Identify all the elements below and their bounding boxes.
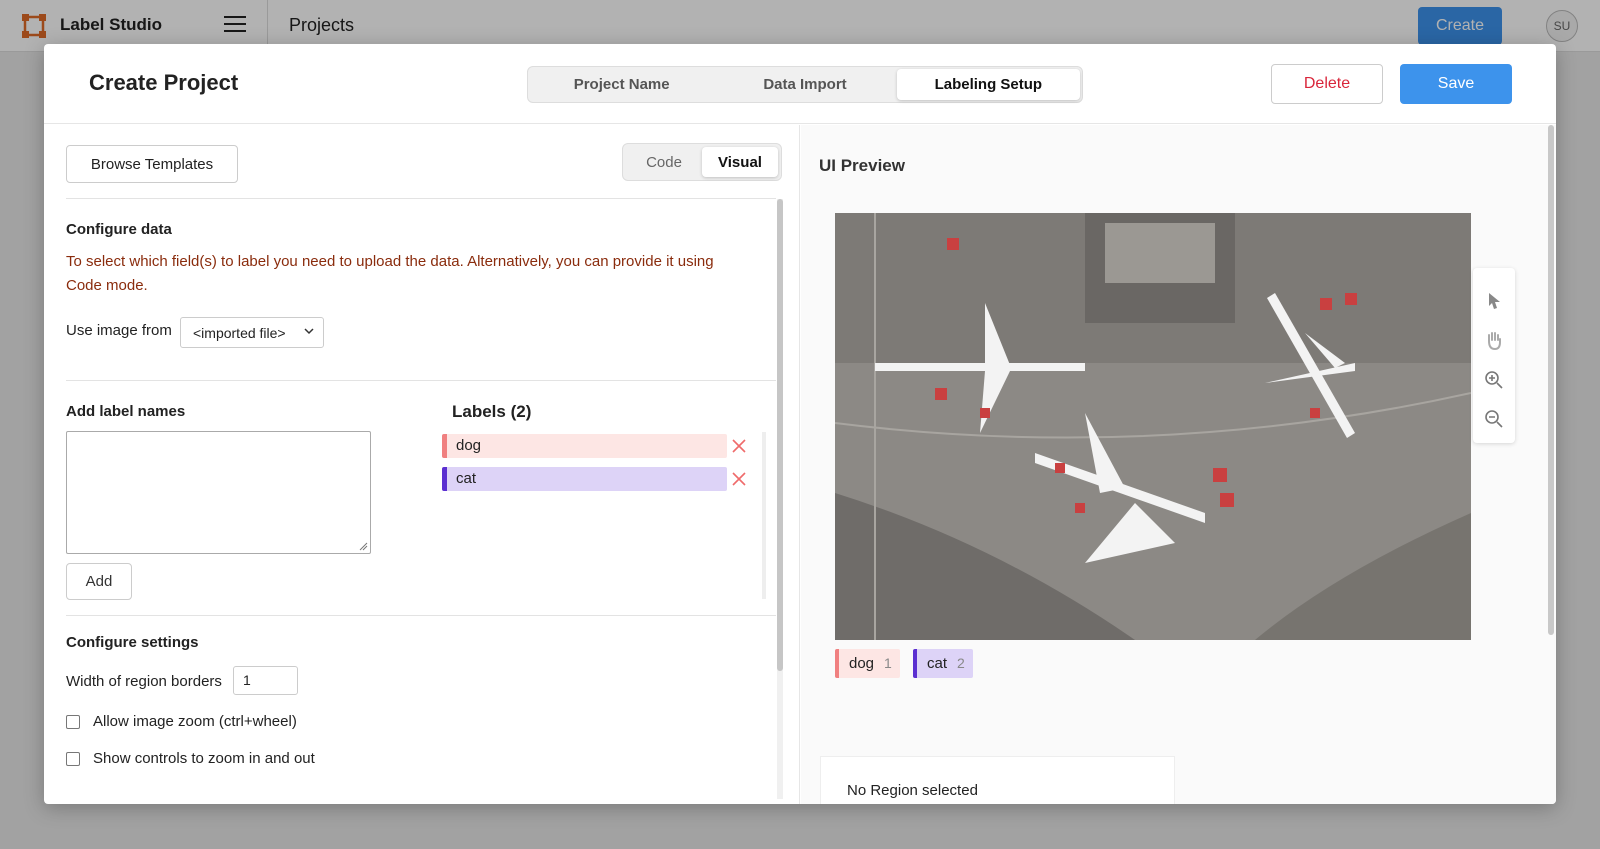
legend-label: cat xyxy=(927,655,948,672)
use-image-label: Use image from xyxy=(66,322,172,339)
mode-toggle: Code Visual xyxy=(622,143,782,181)
browse-templates-button[interactable]: Browse Templates xyxy=(66,145,238,183)
label-item-dog: dog xyxy=(442,434,772,458)
border-width-input[interactable]: 1 xyxy=(233,666,298,695)
use-image-value: <imported file> xyxy=(193,324,286,341)
zoom-out-icon[interactable] xyxy=(1483,408,1505,430)
preview-image[interactable] xyxy=(835,213,1471,640)
region-panel: No Region selected xyxy=(820,756,1175,804)
visual-mode-tab[interactable]: Visual xyxy=(702,147,778,177)
create-project-modal: Create Project Project Name Data Import … xyxy=(44,44,1556,804)
divider xyxy=(66,198,776,199)
configure-data-title: Configure data xyxy=(66,221,172,238)
label-names-textarea[interactable] xyxy=(66,431,371,554)
preview-scrollbar[interactable] xyxy=(1548,125,1554,635)
region-status: No Region selected xyxy=(847,782,978,799)
resize-grip-icon[interactable] xyxy=(359,542,368,551)
labels-scrollbar[interactable] xyxy=(762,432,766,599)
config-pane: Browse Templates Code Visual Configure d… xyxy=(44,125,800,804)
use-image-select[interactable]: <imported file> xyxy=(180,317,324,348)
label-name[interactable]: dog xyxy=(442,434,727,458)
add-label-button[interactable]: Add xyxy=(66,563,132,600)
save-button[interactable]: Save xyxy=(1400,64,1512,104)
legend-chip-dog[interactable]: dog 1 xyxy=(835,649,900,678)
configure-data-warning: To select which field(s) to label you ne… xyxy=(66,253,714,294)
legend-count: 1 xyxy=(884,655,892,671)
add-label-names-title: Add label names xyxy=(66,403,186,420)
legend-label: dog xyxy=(849,655,875,672)
preview-pane: UI Preview dog 1 cat 2 No Region selecte… xyxy=(801,125,1556,804)
zoom-controls-checkbox[interactable] xyxy=(66,752,80,766)
border-width-label: Width of region borders xyxy=(66,673,222,690)
step-tabs: Project Name Data Import Labeling Setup xyxy=(527,66,1083,103)
labels-title: Labels (2) xyxy=(452,402,532,421)
zoom-checkbox-label[interactable]: Allow image zoom (ctrl+wheel) xyxy=(93,713,297,730)
zoom-checkbox[interactable] xyxy=(66,715,80,729)
zoom-in-icon[interactable] xyxy=(1483,369,1505,391)
tab-project-name[interactable]: Project Name xyxy=(530,69,713,100)
modal-title: Create Project xyxy=(89,70,239,95)
divider xyxy=(66,380,776,381)
modal-header: Create Project Project Name Data Import … xyxy=(44,44,1556,124)
hand-icon[interactable] xyxy=(1483,330,1505,352)
tab-data-import[interactable]: Data Import xyxy=(713,69,896,100)
remove-label-icon[interactable] xyxy=(731,436,747,456)
preview-title: UI Preview xyxy=(819,156,905,175)
delete-button[interactable]: Delete xyxy=(1271,64,1383,104)
airport-aerial-image xyxy=(835,213,1471,640)
configure-settings-title: Configure settings xyxy=(66,634,199,651)
zoom-controls-checkbox-label[interactable]: Show controls to zoom in and out xyxy=(93,750,315,767)
label-item-cat: cat xyxy=(442,467,772,491)
code-mode-tab[interactable]: Code xyxy=(626,147,702,177)
legend-count: 2 xyxy=(957,655,965,671)
image-toolbar xyxy=(1473,268,1515,443)
pointer-icon[interactable] xyxy=(1483,290,1505,312)
divider xyxy=(66,615,776,616)
chevron-down-icon xyxy=(304,328,314,335)
label-name[interactable]: cat xyxy=(442,467,727,491)
remove-label-icon[interactable] xyxy=(731,469,747,489)
tab-labeling-setup[interactable]: Labeling Setup xyxy=(896,69,1080,100)
legend-chip-cat[interactable]: cat 2 xyxy=(913,649,973,678)
config-scrollbar[interactable] xyxy=(777,199,783,799)
